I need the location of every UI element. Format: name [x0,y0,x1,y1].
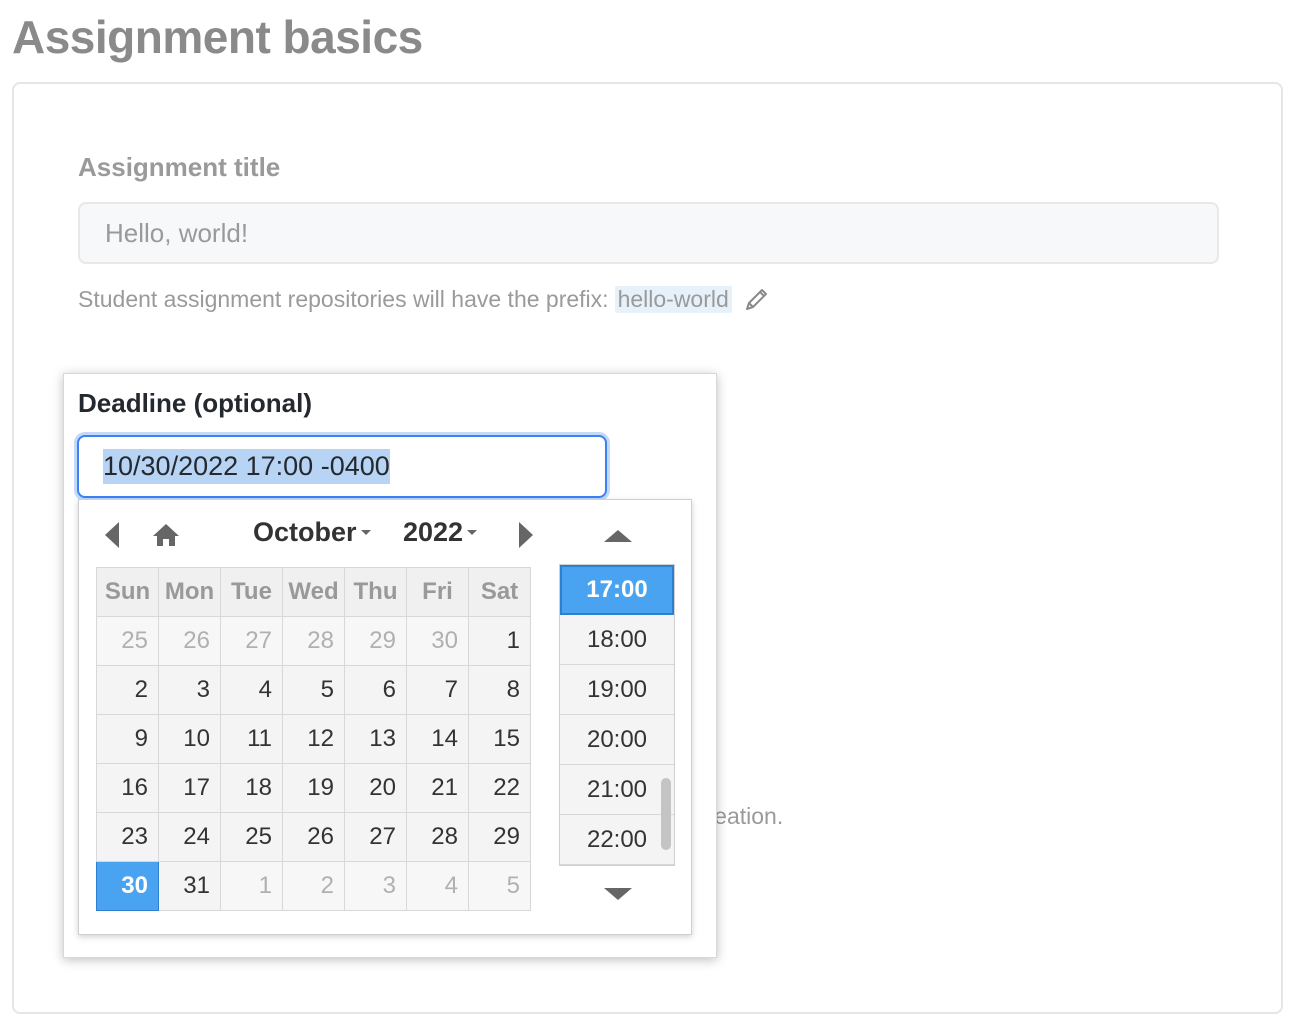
calendar-day[interactable]: 17 [158,763,221,813]
calendar-week-row: 23 24 25 26 27 28 29 [96,812,531,862]
calendar-day[interactable]: 12 [282,714,345,764]
calendar-day-other-month[interactable]: 3 [344,861,407,911]
calendar-day[interactable]: 8 [468,665,531,715]
calendar-day[interactable]: 29 [468,812,531,862]
prefix-value: hello-world [614,285,732,313]
calendar-week-row: 30 31 1 2 3 4 5 [96,861,531,911]
time-option-selected[interactable]: 17:00 [560,565,674,615]
calendar-day[interactable]: 9 [96,714,159,764]
time-scroll-up-arrow-icon[interactable] [604,530,632,542]
prefix-hint-text: Student assignment repositories will hav… [78,285,609,312]
calendar-day-other-month[interactable]: 30 [406,616,469,666]
weekday-header: Wed [282,567,345,617]
calendar-day-other-month[interactable]: 29 [344,616,407,666]
weekday-header: Sun [96,567,159,617]
calendar-day[interactable]: 26 [282,812,345,862]
time-option[interactable]: 21:00 [560,765,674,815]
calendar-day[interactable]: 16 [96,763,159,813]
prev-month-arrow-icon[interactable] [105,522,119,548]
weekday-header: Thu [344,567,407,617]
calendar-day-other-month[interactable]: 5 [468,861,531,911]
hint-fragment-rest: eation. [714,803,784,829]
weekday-header-row: Sun Mon Tue Wed Thu Fri Sat [96,567,531,617]
time-list-scrollbar[interactable] [661,778,671,850]
calendar-week-row: 16 17 18 19 20 21 22 [96,763,531,813]
calendar-day[interactable]: 19 [282,763,345,813]
time-option[interactable]: 19:00 [560,665,674,715]
calendar-day-other-month[interactable]: 25 [96,616,159,666]
calendar-day[interactable]: 15 [468,714,531,764]
calendar-day[interactable]: 18 [220,763,283,813]
calendar-day-other-month[interactable]: 26 [158,616,221,666]
deadline-input[interactable]: 10/30/2022 17:00 -0400 [77,435,607,498]
calendar-day[interactable]: 25 [220,812,283,862]
weekday-header: Fri [406,567,469,617]
calendar-day[interactable]: 2 [96,665,159,715]
calendar-day[interactable]: 4 [220,665,283,715]
pencil-icon[interactable] [742,284,772,314]
calendar-day[interactable]: 5 [282,665,345,715]
calendar-week-row: 25 26 27 28 29 30 1 [96,616,531,666]
calendar-day[interactable]: 27 [344,812,407,862]
assignment-title-input[interactable]: Hello, world! [78,202,1219,264]
calendar-day-other-month[interactable]: 28 [282,616,345,666]
calendar-day[interactable]: 14 [406,714,469,764]
weekday-header: Sat [468,567,531,617]
calendar-day[interactable]: 23 [96,812,159,862]
calendar-day-other-month[interactable]: 1 [220,861,283,911]
page-title: Assignment basics [12,11,423,63]
calendar-day[interactable]: 3 [158,665,221,715]
month-select[interactable]: October [253,517,371,548]
time-option[interactable]: 18:00 [560,615,674,665]
calendar-day[interactable]: 28 [406,812,469,862]
month-select-label: October [253,517,357,547]
calendar-day[interactable]: 13 [344,714,407,764]
prefix-hint: Student assignment repositories will hav… [78,284,772,314]
home-icon[interactable] [151,522,181,548]
time-option[interactable]: 20:00 [560,715,674,765]
calendar-day[interactable]: 1 [468,616,531,666]
time-scroll-down-arrow-icon[interactable] [604,888,632,900]
year-select-label: 2022 [403,517,464,547]
deadline-label: Deadline (optional) [78,388,312,418]
calendar-day-other-month[interactable]: 4 [406,861,469,911]
calendar-day[interactable]: 10 [158,714,221,764]
chevron-down-icon [467,530,478,535]
calendar-day[interactable]: 20 [344,763,407,813]
calendar-grid: Sun Mon Tue Wed Thu Fri Sat 25 26 27 28 29 30 1 2 3 4 5 6… [96,567,531,911]
year-select[interactable]: 2022 [403,517,478,548]
calendar-day[interactable]: 31 [158,861,221,911]
calendar-day-other-month[interactable]: 27 [220,616,283,666]
calendar-week-row: 2345678 [96,665,531,715]
calendar-day[interactable]: 21 [406,763,469,813]
calendar-day[interactable]: 7 [406,665,469,715]
time-option[interactable]: 22:00 [560,815,674,865]
calendar-day-other-month[interactable]: 2 [282,861,345,911]
weekday-header: Mon [158,567,221,617]
calendar-week-row: 9 10 11 12 13 14 15 [96,714,531,764]
calendar-day[interactable]: 24 [158,812,221,862]
calendar-day[interactable]: 6 [344,665,407,715]
assignment-title-label: Assignment title [78,152,281,182]
next-month-arrow-icon[interactable] [519,522,533,548]
weekday-header: Tue [220,567,283,617]
chevron-down-icon [360,530,371,535]
time-list: 17:00 18:00 19:00 20:00 21:00 22:00 [559,564,675,866]
calendar-day[interactable]: 22 [468,763,531,813]
datetime-picker: October 2022 Sun Mon Tue Wed Thu Fri Sat 25 26 2… [78,499,692,935]
calendar-day-selected[interactable]: 30 [96,861,159,911]
calendar-day[interactable]: 11 [220,714,283,764]
calendar-body: 25 26 27 28 29 30 1 2 3 4 5 6 7 8 9 10 11 12 13 14 15 16 17 18 1… [96,616,531,911]
deadline-input-value: 10/30/2022 17:00 -0400 [103,449,390,484]
